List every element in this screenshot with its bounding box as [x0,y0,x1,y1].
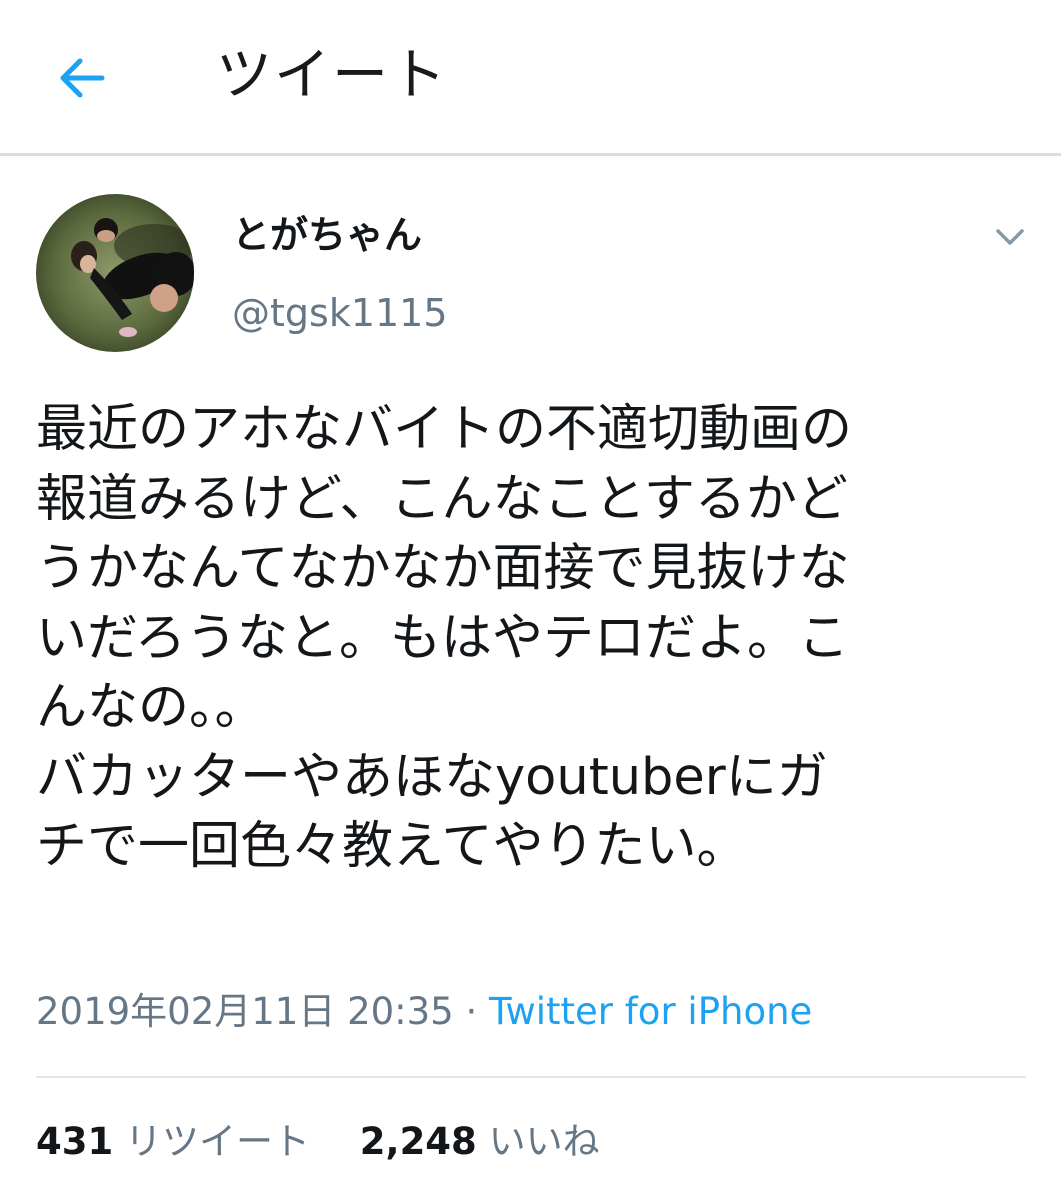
arrow-left-icon [60,58,105,98]
meta-separator: · [453,990,490,1033]
retweet-label: リツイート [125,1120,310,1163]
avatar[interactable] [36,194,194,352]
like-count: 2,248 [359,1120,477,1163]
tweet-text: 最近のアホなバイトの不適切動画の 報道みるけど、こんなことするかど うかなんてな… [36,400,853,876]
avatar-photo [36,194,194,352]
top-bar: ツイート [0,0,1061,156]
tweet-menu-button[interactable] [990,222,1030,252]
tweet-timestamp: 2019年02月11日 20:35 [36,990,454,1033]
back-button[interactable] [52,48,112,108]
divider [36,1076,1026,1078]
tweet-source-link[interactable]: Twitter for iPhone [489,990,812,1033]
chevron-down-icon [996,229,1024,245]
author-handle[interactable]: @tgsk1115 [232,290,448,336]
tweet-stats: 431 リツイート 2,248 いいね [36,1118,600,1166]
retweets-stat[interactable]: 431 リツイート [36,1118,310,1166]
author-display-name[interactable]: とがちゃん [232,212,422,258]
tweet-meta: 2019年02月11日 20:35 · Twitter for iPhone [36,988,812,1036]
likes-stat[interactable]: 2,248 いいね [360,1118,600,1166]
like-label: いいね [488,1120,600,1163]
retweet-count: 431 [36,1120,114,1163]
page-title: ツイート [216,43,448,108]
